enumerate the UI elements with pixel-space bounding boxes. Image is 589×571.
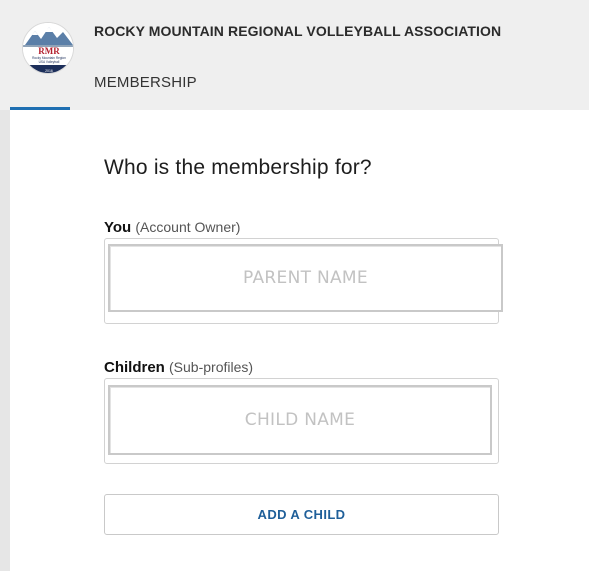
svg-text:USA Volleyball: USA Volleyball — [39, 60, 60, 64]
page-title: Who is the membership for? — [104, 156, 372, 179]
children-label-text: Children — [104, 359, 165, 376]
parent-card: PARENT NAME — [104, 238, 503, 324]
organization-name: ROCKY MOUNTAIN REGIONAL VOLLEYBALL ASSOC… — [94, 23, 502, 39]
app-header: RMR Rocky Mountain Region USA Volleyball… — [0, 0, 589, 110]
children-sublabel: (Sub-profiles) — [169, 359, 254, 375]
rmr-logo-icon: RMR Rocky Mountain Region USA Volleyball… — [22, 22, 74, 74]
you-sublabel: (Account Owner) — [135, 219, 241, 235]
children-label: Children (Sub-profiles) — [104, 359, 253, 376]
add-child-button[interactable]: ADD A CHILD — [104, 494, 499, 535]
parent-name-field[interactable]: PARENT NAME — [108, 244, 503, 312]
svg-text:2016: 2016 — [45, 69, 53, 73]
logo-initials: RMR — [38, 46, 60, 56]
you-label: You (Account Owner) — [104, 219, 240, 236]
child-name-field[interactable]: CHILD NAME — [108, 385, 492, 455]
section-title: MEMBERSHIP — [94, 74, 197, 91]
child-card: CHILD NAME — [104, 378, 499, 464]
you-label-text: You — [104, 219, 132, 236]
